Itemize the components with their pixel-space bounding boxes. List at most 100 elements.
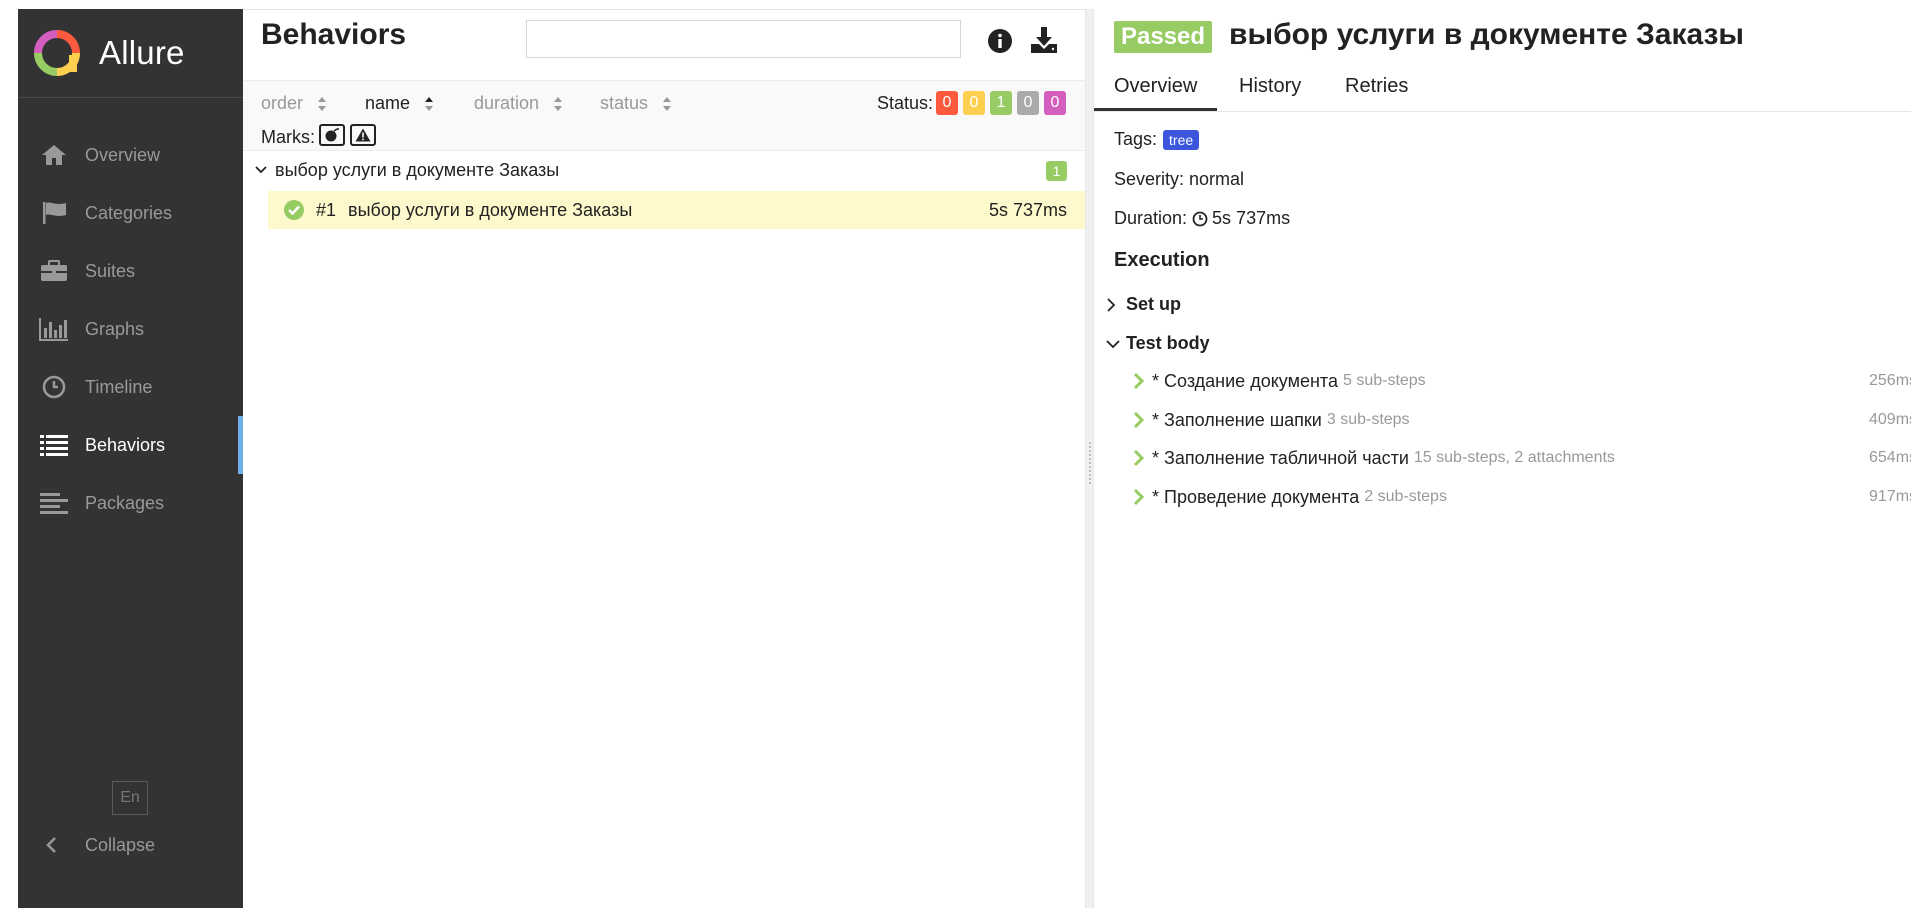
step-duration: 256ms xyxy=(1869,372,1911,389)
step-name: * Создание документа xyxy=(1152,370,1338,391)
sort-toolbar: order name duration status Status: 0 0 1… xyxy=(243,80,1085,151)
search-input[interactable] xyxy=(526,20,961,58)
step-row[interactable]: * Создание документа 5 sub-steps 256ms xyxy=(1132,368,1911,394)
sidebar-item-label: Timeline xyxy=(85,376,153,397)
active-tab-indicator xyxy=(1094,108,1217,111)
sort-icon xyxy=(554,96,563,111)
test-row[interactable]: #1 выбор услуги в документе Заказы 5s 73… xyxy=(268,191,1085,229)
sort-label: duration xyxy=(474,93,540,113)
test-title: выбор услуги в документе Заказы xyxy=(1229,18,1745,51)
sidebar-item-graphs[interactable]: Graphs xyxy=(18,300,243,358)
sort-icon xyxy=(663,96,672,111)
sidebar-item-label: Suites xyxy=(85,260,136,281)
sidebar-item-label: Categories xyxy=(85,202,173,223)
sidebar-item-label: Behaviors xyxy=(85,434,166,455)
chevron-right-icon xyxy=(1133,450,1145,466)
step-duration: 654ms xyxy=(1869,449,1911,466)
marks-label: Marks: xyxy=(261,127,315,147)
sidebar-item-packages[interactable]: Packages xyxy=(18,474,243,532)
test-result-panel: Passed выбор услуги в документе Заказы O… xyxy=(1094,9,1911,908)
status-skipped-toggle[interactable]: 0 xyxy=(1017,91,1039,115)
sort-icon xyxy=(425,96,434,111)
test-name: выбор услуги в документе Заказы xyxy=(348,199,633,220)
severity-line: Severity: normal xyxy=(1114,169,1245,189)
sidebar-item-label: Graphs xyxy=(85,318,145,339)
status-filter: 0 0 1 0 0 xyxy=(936,91,1071,115)
chevron-right-icon xyxy=(1133,489,1145,505)
chevron-left-icon xyxy=(45,836,65,854)
bomb-icon[interactable] xyxy=(319,124,345,146)
chevron-down-icon xyxy=(255,165,269,175)
tab-history[interactable]: History xyxy=(1239,75,1301,98)
sort-by-status[interactable]: status xyxy=(600,93,672,114)
bar-chart-icon xyxy=(39,316,69,342)
align-left-icon xyxy=(39,490,69,516)
step-meta: 15 sub-steps, 2 attachments xyxy=(1413,449,1615,466)
test-tabs: Overview History Retries xyxy=(1094,65,1911,112)
passed-check-icon xyxy=(284,200,304,220)
flag-icon xyxy=(39,200,69,226)
step-meta: 5 sub-steps xyxy=(1342,372,1426,389)
sort-by-name[interactable]: name xyxy=(365,93,434,114)
execution-heading: Execution xyxy=(1114,249,1210,271)
behaviors-panel: Behaviors order name duration status Sta… xyxy=(243,9,1085,909)
list-icon xyxy=(39,432,69,458)
language-button[interactable]: En xyxy=(112,781,148,815)
collapse-label: Collapse xyxy=(85,834,156,855)
download-icon[interactable] xyxy=(1029,25,1059,55)
collapse-button[interactable]: Collapse xyxy=(18,825,243,865)
group-count-badge: 1 xyxy=(1046,161,1067,181)
tag-badge[interactable]: tree xyxy=(1163,129,1200,150)
status-badge: Passed xyxy=(1114,21,1213,53)
sort-by-order[interactable]: order xyxy=(261,93,327,114)
clock-icon xyxy=(1192,211,1208,226)
sort-label: order xyxy=(261,93,304,113)
setup-section-toggle[interactable]: Set up xyxy=(1106,294,1181,315)
step-meta: 3 sub-steps xyxy=(1326,411,1410,428)
test-body-label: Test body xyxy=(1126,333,1210,353)
duration-label: Duration: xyxy=(1114,208,1188,228)
marks-filter xyxy=(319,124,381,146)
status-broken-toggle[interactable]: 0 xyxy=(963,91,985,115)
sort-label: name xyxy=(365,93,411,113)
status-unknown-toggle[interactable]: 0 xyxy=(1044,91,1066,115)
test-duration: 5s 737ms xyxy=(988,199,1067,220)
sidebar-item-overview[interactable]: Overview xyxy=(18,126,243,184)
step-name: * Заполнение шапки xyxy=(1152,409,1322,430)
step-row[interactable]: * Заполнение табличной части 15 sub-step… xyxy=(1132,445,1911,471)
sidebar-item-timeline[interactable]: Timeline xyxy=(18,358,243,416)
brand[interactable]: Allure xyxy=(18,9,243,98)
info-icon[interactable] xyxy=(987,28,1013,54)
sort-by-duration[interactable]: duration xyxy=(474,93,563,114)
sidebar-item-behaviors[interactable]: Behaviors xyxy=(18,416,243,474)
tags-line: Tags: tree xyxy=(1114,129,1200,150)
chevron-right-icon xyxy=(1133,412,1145,428)
warning-icon[interactable] xyxy=(350,124,376,146)
test-body-section-toggle[interactable]: Test body xyxy=(1106,333,1210,354)
page-title: Behaviors xyxy=(261,18,407,51)
app-name: Allure xyxy=(99,34,185,71)
behavior-group-row[interactable]: выбор услуги в документе Заказы 1 xyxy=(243,151,1085,189)
panel-splitter[interactable] xyxy=(1085,9,1094,908)
duration-value: 5s 737ms xyxy=(1212,208,1291,228)
status-passed-toggle[interactable]: 1 xyxy=(990,91,1012,115)
tab-retries[interactable]: Retries xyxy=(1345,75,1408,98)
sidebar-item-suites[interactable]: Suites xyxy=(18,242,243,300)
sidebar: Allure Overview Categories Suites Graphs xyxy=(18,9,243,908)
chevron-right-icon xyxy=(1133,373,1145,389)
allure-logo-icon xyxy=(34,30,80,76)
step-row[interactable]: * Проведение документа 2 sub-steps 917ms xyxy=(1132,484,1911,510)
step-row[interactable]: * Заполнение шапки 3 sub-steps 409ms xyxy=(1132,407,1911,433)
setup-label: Set up xyxy=(1126,294,1182,314)
duration-line: Duration: 5s 737ms xyxy=(1114,208,1290,229)
test-number: #1 xyxy=(316,199,337,220)
sidebar-nav: Overview Categories Suites Graphs Timeli… xyxy=(18,126,243,532)
tab-overview[interactable]: Overview xyxy=(1114,75,1197,98)
sort-label: status xyxy=(600,93,649,113)
drag-handle-icon xyxy=(1088,441,1092,485)
status-failed-toggle[interactable]: 0 xyxy=(936,91,958,115)
sidebar-item-categories[interactable]: Categories xyxy=(18,184,243,242)
briefcase-icon xyxy=(39,258,69,284)
status-filter-label: Status: xyxy=(877,93,934,113)
home-icon xyxy=(39,142,69,168)
